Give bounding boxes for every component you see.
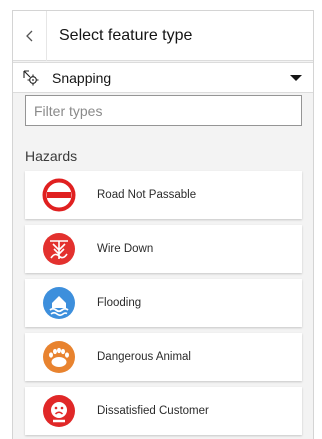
feature-type-panel: Select feature type Snapping Hazards Roa… xyxy=(12,10,314,439)
panel-header: Select feature type xyxy=(13,11,313,61)
list-item[interactable]: Wire Down xyxy=(25,225,302,273)
list-item-label: Dissatisfied Customer xyxy=(97,405,209,417)
list-item[interactable]: Flooding xyxy=(25,279,302,327)
snapping-icon xyxy=(23,69,39,85)
filter-types-input[interactable] xyxy=(25,95,302,126)
sad-face-icon xyxy=(42,394,76,428)
list-item-label: Dangerous Animal xyxy=(97,351,191,363)
snapping-label: Snapping xyxy=(52,69,112,86)
road-closed-icon xyxy=(42,178,76,212)
chevron-left-icon xyxy=(25,30,32,41)
animal-paw-icon xyxy=(42,340,76,374)
flooding-icon xyxy=(42,286,76,320)
list-item[interactable]: Dangerous Animal xyxy=(25,333,302,381)
list-item[interactable]: Dissatisfied Customer xyxy=(25,387,302,435)
list-item-label: Wire Down xyxy=(97,243,154,255)
page-title: Select feature type xyxy=(59,26,193,44)
list-item[interactable]: Road Not Passable xyxy=(25,171,302,219)
back-button[interactable] xyxy=(13,11,47,61)
group-title: Hazards xyxy=(25,148,78,164)
caret-down-icon xyxy=(290,75,302,81)
list-item-label: Road Not Passable xyxy=(97,189,197,201)
list-item-label: Flooding xyxy=(97,297,142,309)
feature-type-list: Road Not Passable Wire Down Flooding Dan… xyxy=(25,171,302,439)
snapping-dropdown[interactable]: Snapping xyxy=(13,62,313,93)
wire-down-icon xyxy=(42,232,76,266)
